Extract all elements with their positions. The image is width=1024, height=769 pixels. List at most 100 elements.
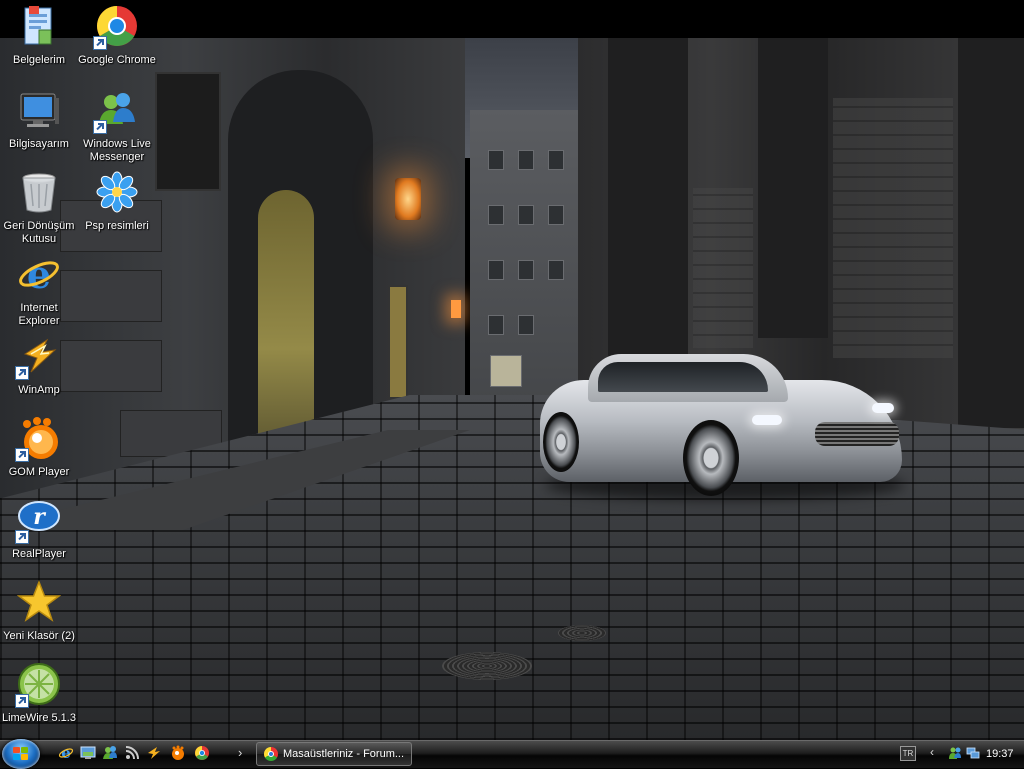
wallpaper-window xyxy=(548,150,564,170)
desktop-icon-label: Windows Live Messenger xyxy=(83,138,151,163)
desktop-icon-label: Belgelerim xyxy=(13,54,65,66)
desktop-icon-label: RealPlayer xyxy=(12,548,66,560)
wallpaper-car-headlight xyxy=(872,403,894,413)
desktop-icon-new-folder-2[interactable]: Yeni Klasör (2) xyxy=(0,579,78,643)
quick-launch-show-desktop[interactable] xyxy=(80,745,96,761)
desktop-icon-label: Google Chrome xyxy=(78,54,156,66)
wallpaper-window xyxy=(155,72,221,191)
chrome-icon xyxy=(264,747,278,761)
taskbar-window-button[interactable]: Masaüstleriniz - Forum... xyxy=(256,742,412,766)
rss-icon xyxy=(125,746,139,760)
windows-logo-icon xyxy=(13,747,29,761)
taskbar-clock[interactable]: 19:37 xyxy=(986,741,1014,767)
wallpaper-window xyxy=(518,315,534,335)
desktop-icon-documents[interactable]: Belgelerim xyxy=(0,4,78,67)
quick-launch-winamp[interactable] xyxy=(146,745,162,761)
wallpaper-car-grille xyxy=(815,422,899,446)
tray-messenger-icon[interactable] xyxy=(948,746,962,760)
wallpaper-car-wheel xyxy=(543,412,579,472)
wallpaper-window xyxy=(518,260,534,280)
limewire-icon xyxy=(15,662,61,708)
wallpaper-building-middle xyxy=(470,110,580,400)
desktop-icon-psp-pictures[interactable]: Psp resimleri xyxy=(78,170,156,233)
quick-launch-gom-player[interactable] xyxy=(170,745,186,761)
gom-player-icon xyxy=(15,416,61,462)
tray-expand-icon[interactable]: ‹ xyxy=(930,745,934,759)
desktop-icon-gom-player[interactable]: GOM Player xyxy=(0,416,78,479)
svg-text:e: e xyxy=(27,252,51,296)
desktop-icon-windows-live-messenger[interactable]: Windows Live Messenger xyxy=(78,88,156,164)
wallpaper-car-wheel xyxy=(683,420,739,496)
shortcut-arrow-icon xyxy=(93,120,107,134)
messenger-icon xyxy=(93,88,139,134)
gom-player-icon xyxy=(172,745,184,760)
desktop-icon-computer[interactable]: Bilgisayarım xyxy=(0,88,78,151)
desktop-icon-limewire[interactable]: LimeWire 5.1.3 xyxy=(0,662,78,725)
wallpaper-window xyxy=(488,150,504,170)
wallpaper-pillar xyxy=(758,38,828,338)
shortcut-arrow-icon xyxy=(15,448,29,462)
wallpaper-street-lamp xyxy=(395,178,421,220)
desktop-icon-label: WinAmp xyxy=(18,384,60,396)
desktop-icon-winamp[interactable]: WinAmp xyxy=(0,334,78,397)
wallpaper-pillar xyxy=(608,38,688,368)
desktop-icon-label: Psp resimleri xyxy=(85,220,149,232)
documents-folder-icon xyxy=(17,4,61,48)
wallpaper-window xyxy=(488,260,504,280)
wallpaper-lit-shop xyxy=(490,355,522,387)
flower-folder-icon xyxy=(95,170,139,214)
svg-text:e: e xyxy=(61,745,71,761)
chrome-icon xyxy=(93,4,139,50)
desktop-icon-label: GOM Player xyxy=(8,466,70,478)
wallpaper-manhole xyxy=(442,652,532,680)
wallpaper-window xyxy=(488,205,504,225)
wallpaper-lit-door xyxy=(388,285,408,399)
chrome-icon xyxy=(195,746,209,760)
quick-launch-chevron-icon[interactable]: › xyxy=(238,745,242,760)
quick-launch-messenger[interactable] xyxy=(102,745,118,761)
desktop-icon-internet-explorer[interactable]: e Internet Explorer xyxy=(0,252,78,328)
desktop-icon-google-chrome[interactable]: Google Chrome xyxy=(78,4,156,67)
wallpaper-car-headlight xyxy=(752,415,782,425)
system-tray: TR ‹ 19:37 xyxy=(896,741,1024,767)
desktop-icon-label: Internet Explorer xyxy=(18,302,60,327)
shortcut-arrow-icon xyxy=(15,530,29,544)
star-folder-icon xyxy=(16,579,62,624)
desktop-icon-realplayer[interactable]: r RealPlayer xyxy=(0,498,78,561)
network-icon[interactable] xyxy=(966,746,980,760)
quick-launch-internet-explorer[interactable]: e xyxy=(58,744,74,762)
quick-launch-rss[interactable] xyxy=(124,745,140,761)
desktop-icon-label: Yeni Klasör (2) xyxy=(3,630,75,642)
wallpaper-window xyxy=(548,205,564,225)
realplayer-icon: r xyxy=(15,498,61,544)
taskbar: e › Masaüstleriniz - Forum... TR ‹ 19:37 xyxy=(0,739,1024,769)
wallpaper-street-lamp xyxy=(451,300,461,318)
winamp-icon xyxy=(148,747,160,759)
wallpaper-archway-light xyxy=(258,190,314,455)
wallpaper-window xyxy=(518,150,534,170)
quick-launch-chrome[interactable] xyxy=(194,745,210,761)
wallpaper-window xyxy=(548,260,564,280)
start-button[interactable] xyxy=(2,739,40,769)
show-desktop-icon xyxy=(80,746,96,759)
wallpaper-stone-wall xyxy=(693,188,753,348)
desktop-icon-label: Geri Dönüşüm Kutusu xyxy=(3,220,75,245)
shortcut-arrow-icon xyxy=(93,36,107,50)
computer-icon xyxy=(17,88,61,132)
messenger-icon xyxy=(103,746,117,759)
wallpaper-window xyxy=(518,205,534,225)
winamp-icon xyxy=(15,334,61,380)
language-indicator[interactable]: TR xyxy=(900,746,916,761)
wallpaper-manhole xyxy=(558,625,606,641)
wallpaper-pillar xyxy=(958,38,1024,428)
desktop-icon-label: LimeWire 5.1.3 xyxy=(2,712,76,724)
recycle-bin-icon xyxy=(17,170,61,214)
shortcut-arrow-icon xyxy=(15,366,29,380)
shortcut-arrow-icon xyxy=(15,694,29,708)
desktop-icon-recycle-bin[interactable]: Geri Dönüşüm Kutusu xyxy=(0,170,78,246)
taskbar-window-title: Masaüstleriniz - Forum... xyxy=(283,748,405,760)
internet-explorer-icon: e xyxy=(58,744,74,762)
internet-explorer-icon: e xyxy=(17,252,61,297)
wallpaper-window xyxy=(488,315,504,335)
wallpaper-car-window xyxy=(598,362,768,392)
